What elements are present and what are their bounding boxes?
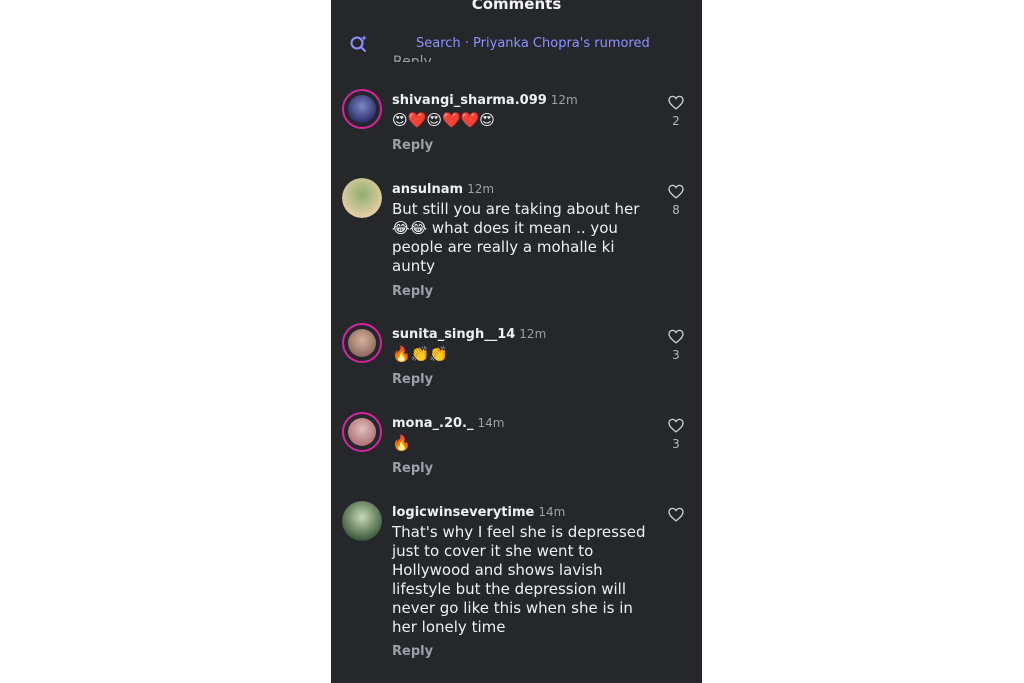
timestamp: 12m — [550, 93, 578, 107]
username[interactable]: sunita_singh__14 — [392, 327, 515, 342]
like-count: 2 — [672, 114, 680, 128]
username[interactable]: mona_.20._ — [392, 416, 473, 431]
page-title: Comments — [471, 0, 562, 13]
reply-button[interactable]: Reply — [392, 138, 433, 153]
timestamp: 12m — [519, 327, 547, 341]
avatar-image — [348, 95, 376, 123]
avatar-image — [348, 418, 376, 446]
search-sparkle-icon[interactable] — [349, 34, 369, 54]
avatar-image — [348, 329, 376, 357]
comment-text: That's why I feel she is depressed just … — [392, 523, 646, 636]
avatar[interactable] — [342, 89, 382, 129]
comment-text: But still you are taking about her 😂😂 wh… — [392, 200, 640, 275]
comments-screen: Comments Search · Priyanka Chopra's rumo… — [331, 0, 702, 683]
like-count: 3 — [672, 348, 680, 362]
avatar[interactable] — [342, 501, 382, 541]
heart-icon — [668, 95, 684, 110]
reply-button[interactable]: Reply — [392, 284, 433, 299]
like-count: 8 — [672, 203, 680, 217]
avatar[interactable] — [342, 323, 382, 363]
comment-text: 😍❤️😍❤️❤️😍 — [392, 111, 495, 129]
like-button[interactable]: 8 — [665, 184, 687, 217]
heart-icon — [668, 329, 684, 344]
like-button[interactable]: 2 — [665, 95, 687, 128]
heart-icon — [668, 184, 684, 199]
reply-button[interactable]: Reply — [392, 461, 433, 476]
reply-button[interactable]: Reply — [393, 48, 432, 62]
search-suggestion[interactable]: Search · Priyanka Chopra's rumored — [416, 35, 650, 53]
like-count: 3 — [672, 437, 680, 451]
avatar[interactable] — [342, 178, 382, 218]
reply-button[interactable]: Reply — [392, 372, 433, 387]
avatar[interactable] — [342, 412, 382, 452]
reply-button[interactable]: Reply — [392, 644, 433, 659]
avatar-image — [342, 178, 382, 218]
username[interactable]: shivangi_sharma.099 — [392, 93, 547, 108]
like-button[interactable] — [665, 507, 687, 526]
username[interactable]: ansulnam — [392, 182, 463, 197]
timestamp: 14m — [538, 505, 566, 519]
heart-icon — [668, 507, 684, 522]
comment-text: 🔥 — [392, 434, 411, 452]
username[interactable]: logicwinseverytime — [392, 505, 534, 520]
like-button[interactable]: 3 — [665, 329, 687, 362]
heart-icon — [668, 418, 684, 433]
search-bar[interactable]: Search · Priyanka Chopra's rumored — [331, 30, 702, 58]
timestamp: 12m — [467, 182, 495, 196]
avatar-image — [342, 501, 382, 541]
timestamp: 14m — [477, 416, 505, 430]
comment-text: 🔥👏👏 — [392, 345, 449, 363]
like-button[interactable]: 3 — [665, 418, 687, 451]
